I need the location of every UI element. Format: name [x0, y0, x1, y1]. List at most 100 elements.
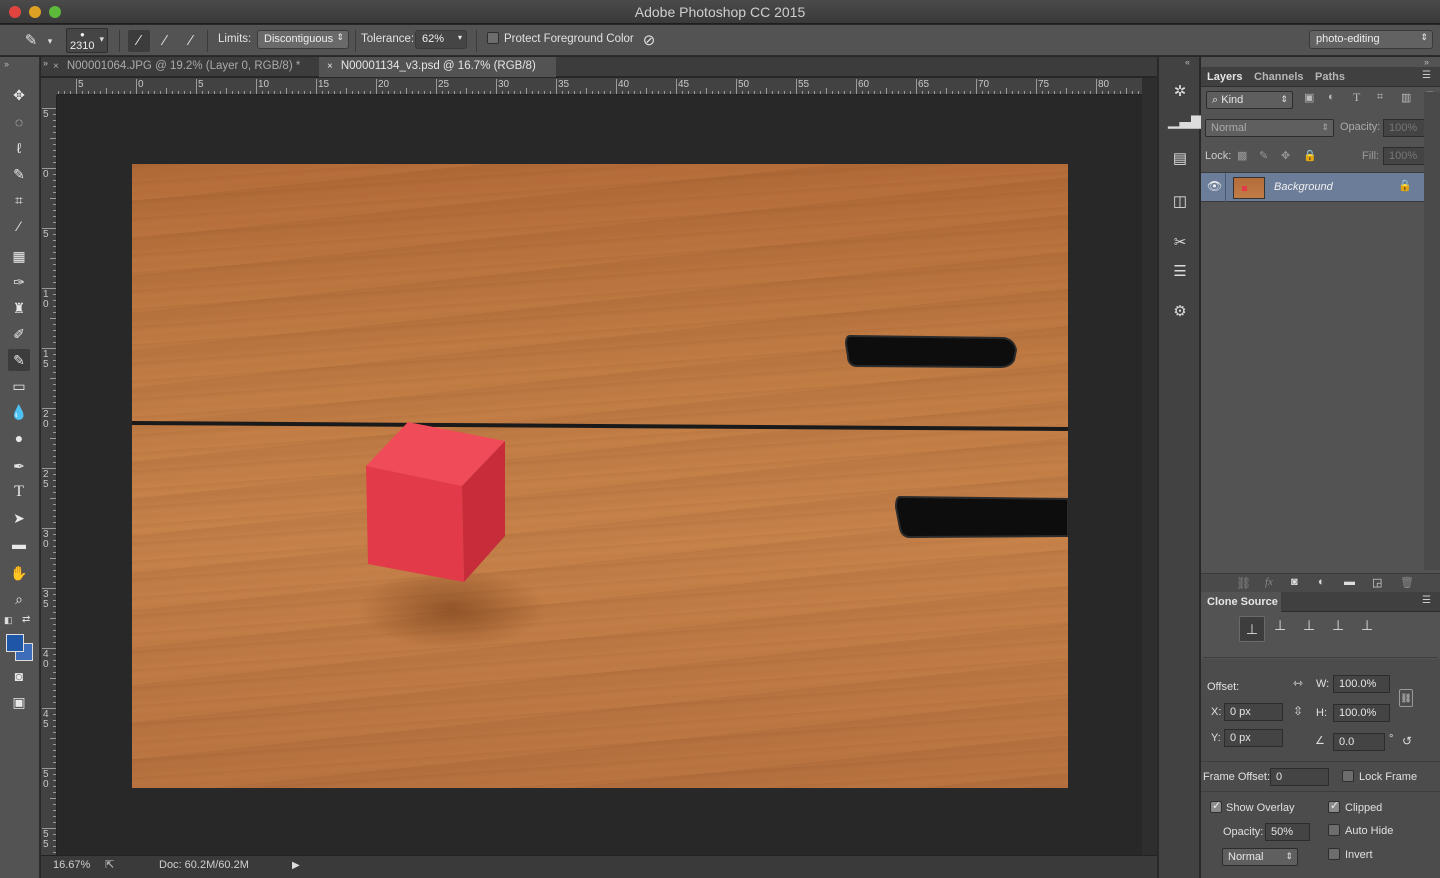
lock-frame-checkbox[interactable] — [1342, 770, 1354, 783]
lock-transparent-icon[interactable]: ▩ — [1237, 149, 1247, 162]
lock-image-icon[interactable]: ✎ — [1259, 149, 1268, 162]
close-tab-icon[interactable]: × — [53, 61, 59, 72]
zoom-tool-icon[interactable]: ⌕ — [8, 588, 30, 610]
share-icon[interactable]: ⇱ — [105, 858, 114, 871]
healing-brush-tool-icon[interactable]: ▦ — [8, 245, 30, 267]
layer-name[interactable]: Background — [1274, 181, 1333, 193]
lasso-tool-icon[interactable]: ℓ — [8, 137, 30, 159]
fill-input[interactable]: 100% — [1383, 147, 1427, 165]
filter-type-icon[interactable]: T — [1353, 90, 1360, 105]
visibility-eye-icon[interactable]: 👁 — [1207, 179, 1222, 193]
adjustments-icon[interactable]: ☰ — [1168, 260, 1192, 284]
clone-source-5-button[interactable]: ⊥ — [1361, 617, 1373, 634]
clone-stamp-tool-icon[interactable]: ♜ — [8, 297, 30, 319]
eraser-tool-icon[interactable]: ✎ — [8, 349, 30, 371]
quick-selection-tool-icon[interactable]: ✎ — [8, 163, 30, 185]
new-group-icon[interactable]: ▬ — [1344, 576, 1355, 588]
invert-checkbox[interactable] — [1328, 848, 1340, 861]
panel-menu-icon[interactable]: ☰ — [1422, 595, 1431, 606]
histogram-icon[interactable]: ▁▃▆ — [1168, 109, 1203, 133]
clone-source-icon[interactable]: ◫ — [1168, 190, 1192, 214]
clone-source-3-button[interactable]: ⊥ — [1303, 617, 1315, 634]
move-tool-icon[interactable]: ✥ — [8, 84, 30, 106]
type-tool-icon[interactable]: T — [8, 481, 30, 503]
navigator-icon[interactable]: ✲ — [1168, 80, 1192, 104]
tab-layers[interactable]: Layers — [1207, 71, 1242, 83]
offset-x-input[interactable]: 0 px — [1224, 703, 1283, 721]
clone-width-input[interactable]: 100.0% — [1333, 675, 1390, 693]
link-dimensions-icon[interactable]: ⛓ — [1399, 689, 1413, 707]
tab-paths[interactable]: Paths — [1315, 71, 1345, 83]
workspace-switcher[interactable]: photo-editing ⇕ — [1309, 30, 1433, 49]
brush-presets-icon[interactable]: ✂ — [1168, 231, 1192, 255]
gradient-tool-icon[interactable]: ▭ — [8, 375, 30, 397]
vertical-ruler[interactable]: 5 0 5 1 0 1 5 2 0 2 5 3 0 3 5 4 0 4 5 5 0 5 5 — [41, 95, 57, 855]
expand-panels-icon[interactable]: « — [1185, 57, 1190, 67]
layer-filter-select[interactable]: ⌕ Kind ⇕ — [1206, 91, 1293, 109]
expand-panel-icon[interactable]: » — [4, 59, 9, 69]
rotation-angle-input[interactable]: 0.0 — [1333, 733, 1385, 751]
eyedropper-tool-icon[interactable]: ⁄ — [8, 215, 30, 237]
clone-height-input[interactable]: 100.0% — [1333, 704, 1390, 722]
new-selection-icon[interactable]: ⁄ — [128, 30, 150, 52]
new-layer-icon[interactable]: ◲ — [1372, 576, 1382, 589]
layer-opacity-input[interactable]: 100% — [1383, 119, 1427, 137]
lock-all-icon[interactable]: 🔒 — [1303, 149, 1317, 162]
default-colors-icon[interactable]: ◧ — [4, 615, 13, 626]
tool-preset-picker-icon[interactable]: ✎ — [20, 30, 42, 52]
tab-channels[interactable]: Channels — [1254, 71, 1304, 83]
panel-menu-icon[interactable]: ☰ — [1422, 70, 1431, 81]
collapse-panel-icon[interactable]: » — [1424, 57, 1429, 67]
swap-colors-icon[interactable]: ⇄ — [22, 614, 30, 625]
clone-source-1-button[interactable]: ⊥ — [1239, 616, 1265, 642]
hand-tool-icon[interactable]: ✋ — [8, 562, 30, 584]
tab-document-2[interactable]: × N00001134_v3.psd @ 16.7% (RGB/8) — [319, 57, 556, 77]
dodge-tool-icon[interactable]: ● — [8, 427, 30, 449]
overlay-mode-select[interactable]: Normal ⇕ — [1222, 848, 1298, 866]
add-mask-icon[interactable]: ◙ — [1291, 576, 1298, 588]
horizontal-ruler[interactable]: 5 0 5 10 15 20 25 30 35 40 45 50 55 60 65 70 75 80 — [57, 78, 1142, 95]
rectangle-tool-icon[interactable]: ▬ — [8, 533, 30, 555]
limits-select[interactable]: Discontiguous ⇕ — [257, 30, 349, 49]
filter-pixel-icon[interactable]: ▣ — [1304, 91, 1314, 104]
ruler-origin[interactable] — [41, 78, 57, 95]
tablet-pressure-icon[interactable]: ⊘ — [638, 30, 660, 52]
pen-tool-icon[interactable]: ✒ — [8, 455, 30, 477]
properties-icon[interactable]: ⚙ — [1168, 300, 1192, 324]
crop-tool-icon[interactable]: ⌗ — [8, 189, 30, 211]
brush-tool-icon[interactable]: ✑ — [8, 271, 30, 293]
tab-clone-source[interactable]: Clone Source — [1207, 596, 1278, 608]
subtract-from-selection-icon[interactable]: ⁄ — [180, 30, 202, 52]
link-layers-icon[interactable]: ⛓ — [1236, 576, 1251, 590]
delete-layer-icon[interactable]: 🗑 — [1400, 576, 1414, 589]
clone-source-4-button[interactable]: ⊥ — [1332, 617, 1344, 634]
screen-mode-icon[interactable]: ▣ — [8, 691, 30, 713]
marquee-tool-icon[interactable]: ◌ — [8, 111, 30, 133]
chevron-down-icon[interactable]: ▾ — [44, 30, 56, 52]
close-tab-icon[interactable]: × — [327, 61, 333, 72]
status-menu-arrow-icon[interactable]: ▶ — [292, 860, 300, 871]
filter-smart-object-icon[interactable]: ▥ — [1401, 91, 1411, 104]
show-overlay-checkbox[interactable] — [1210, 801, 1222, 814]
blend-mode-select[interactable]: Normal ⇕ — [1205, 119, 1334, 137]
brush-preset-picker[interactable]: ● 2310 ▾ — [66, 28, 108, 53]
layer-row-background[interactable]: 👁 Background 🔒 — [1201, 172, 1424, 203]
frame-offset-input[interactable]: 0 — [1270, 768, 1329, 786]
path-selection-tool-icon[interactable]: ➤ — [8, 507, 30, 529]
filter-shape-icon[interactable]: ⌗ — [1377, 91, 1383, 104]
flip-horizontal-icon[interactable]: ⇿ — [1293, 676, 1303, 690]
filter-adjustment-icon[interactable]: ◐ — [1328, 91, 1335, 103]
auto-hide-checkbox[interactable] — [1328, 824, 1340, 837]
overlay-opacity-input[interactable]: 50% — [1265, 823, 1310, 841]
blur-tool-icon[interactable]: 💧 — [8, 401, 30, 423]
quick-mask-icon[interactable]: ◙ — [8, 665, 30, 687]
clipped-checkbox[interactable] — [1328, 801, 1340, 814]
tolerance-input[interactable]: 62% ▾ — [415, 30, 467, 49]
offset-y-input[interactable]: 0 px — [1224, 729, 1283, 747]
vertical-scrollbar[interactable] — [1142, 78, 1157, 855]
protect-foreground-checkbox[interactable] — [487, 32, 499, 45]
flip-vertical-icon[interactable]: ⇳ — [1293, 704, 1303, 718]
layer-style-fx-icon[interactable]: fx — [1265, 576, 1273, 588]
add-to-selection-icon[interactable]: ⁄ — [154, 30, 176, 52]
history-icon[interactable]: ▤ — [1168, 147, 1192, 171]
